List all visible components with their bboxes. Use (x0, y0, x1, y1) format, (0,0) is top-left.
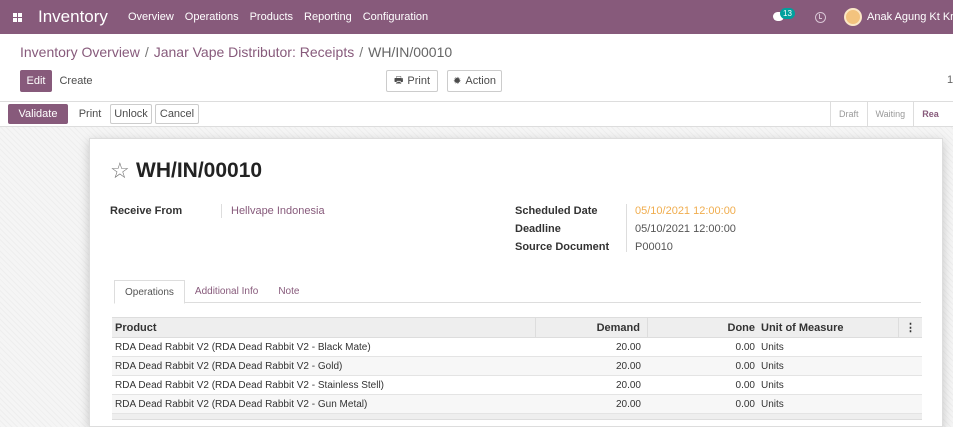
source-document-value: P00010 (635, 241, 673, 253)
col-uom[interactable]: Unit of Measure (758, 318, 899, 337)
menu-operations[interactable]: Operations (185, 11, 239, 23)
tab-operations[interactable]: Operations (114, 280, 185, 304)
cell-done: 0.00 (735, 341, 755, 353)
chat-icon[interactable]: 13 (773, 8, 795, 24)
tab-additional-info[interactable]: Additional Info (185, 280, 268, 303)
menu-reporting[interactable]: Reporting (304, 11, 352, 23)
col-done[interactable]: Done (648, 322, 758, 334)
status-bar: Validate Print Unlock Cancel Draft Waiti… (0, 101, 953, 127)
record-title: WH/IN/00010 (136, 159, 263, 182)
cell-product: RDA Dead Rabbit V2 (RDA Dead Rabbit V2 -… (115, 379, 385, 391)
avatar[interactable] (844, 8, 862, 26)
stage-waiting: Waiting (866, 102, 914, 126)
activity-clock-icon[interactable] (815, 11, 826, 23)
pager-value[interactable]: 1 (947, 74, 953, 86)
print-button[interactable]: Print (73, 104, 107, 124)
stage-pipeline: Draft Waiting Ready (830, 102, 939, 126)
table-header: Product Demand Done Unit of Measure ⋮ (112, 317, 922, 338)
print-menu-button[interactable]: 🖶 Print (386, 70, 438, 92)
chat-count-badge: 13 (780, 8, 795, 19)
notebook-tabs: Operations Additional Info Note (114, 280, 921, 304)
cell-uom: Units (761, 379, 784, 391)
stage-draft: Draft (830, 102, 867, 126)
action-menu-button[interactable]: ✹ Action (447, 70, 502, 92)
create-button[interactable]: Create (54, 70, 98, 92)
breadcrumb-overview[interactable]: Inventory Overview (20, 44, 140, 60)
print-icon: 🖶 (393, 74, 404, 86)
source-document-label: Source Document (515, 241, 610, 253)
scheduled-date-value: 05/10/2021 12:00:00 (635, 205, 736, 217)
col-demand[interactable]: Demand (536, 318, 648, 337)
breadcrumb-receipts[interactable]: Janar Vape Distributor: Receipts (154, 44, 355, 60)
cell-demand: 20.00 (615, 398, 641, 410)
scheduled-date-label: Scheduled Date (515, 205, 598, 217)
cancel-button[interactable]: Cancel (155, 104, 199, 124)
receive-from-label: Receive From (110, 205, 183, 217)
form-sheet: ☆ WH/IN/00010 Receive From Hellvape Indo… (89, 138, 943, 427)
validate-button[interactable]: Validate (8, 104, 68, 124)
unlock-button[interactable]: Unlock (110, 104, 152, 124)
breadcrumb-current: WH/IN/00010 (368, 44, 453, 60)
breadcrumb: Inventory Overview / Janar Vape Distribu… (20, 44, 453, 60)
cell-done: 0.00 (735, 360, 755, 372)
cell-done: 0.00 (735, 379, 755, 391)
cell-demand: 20.00 (615, 360, 641, 372)
deadline-value: 05/10/2021 12:00:00 (635, 223, 736, 235)
cell-demand: 20.00 (615, 379, 641, 391)
app-name[interactable]: Inventory (38, 7, 108, 27)
stage-ready: Ready (913, 102, 939, 126)
cell-product: RDA Dead Rabbit V2 (RDA Dead Rabbit V2 -… (115, 398, 368, 410)
table-footer (112, 414, 922, 420)
gear-icon: ✹ (453, 75, 462, 87)
cell-demand: 20.00 (615, 341, 641, 353)
column-options-icon[interactable]: ⋮ (899, 321, 922, 334)
table-row[interactable]: RDA Dead Rabbit V2 (RDA Dead Rabbit V2 -… (112, 357, 922, 376)
star-icon[interactable]: ☆ (110, 158, 130, 184)
cell-uom: Units (761, 341, 784, 353)
cell-done: 0.00 (735, 398, 755, 410)
menu-configuration[interactable]: Configuration (363, 11, 428, 23)
apps-menu-icon[interactable] (0, 0, 34, 34)
cell-uom: Units (761, 398, 784, 410)
operations-table: Product Demand Done Unit of Measure ⋮ RD… (112, 317, 922, 420)
main-menu: Overview Operations Products Reporting C… (128, 11, 439, 23)
deadline-label: Deadline (515, 223, 561, 235)
table-row[interactable]: RDA Dead Rabbit V2 (RDA Dead Rabbit V2 -… (112, 376, 922, 395)
menu-overview[interactable]: Overview (128, 11, 174, 23)
cell-product: RDA Dead Rabbit V2 (RDA Dead Rabbit V2 -… (115, 341, 371, 353)
receive-from-link[interactable]: Hellvape Indonesia (231, 205, 325, 217)
tab-note[interactable]: Note (268, 280, 309, 303)
top-navbar: Inventory Overview Operations Products R… (0, 0, 953, 34)
menu-products[interactable]: Products (250, 11, 293, 23)
cell-uom: Units (761, 360, 784, 372)
col-product[interactable]: Product (112, 318, 536, 337)
table-row[interactable]: RDA Dead Rabbit V2 (RDA Dead Rabbit V2 -… (112, 338, 922, 357)
edit-button[interactable]: Edit (20, 70, 52, 92)
table-row[interactable]: RDA Dead Rabbit V2 (RDA Dead Rabbit V2 -… (112, 395, 922, 414)
cell-product: RDA Dead Rabbit V2 (RDA Dead Rabbit V2 -… (115, 360, 343, 372)
user-name[interactable]: Anak Agung Kt Kris (867, 11, 953, 23)
